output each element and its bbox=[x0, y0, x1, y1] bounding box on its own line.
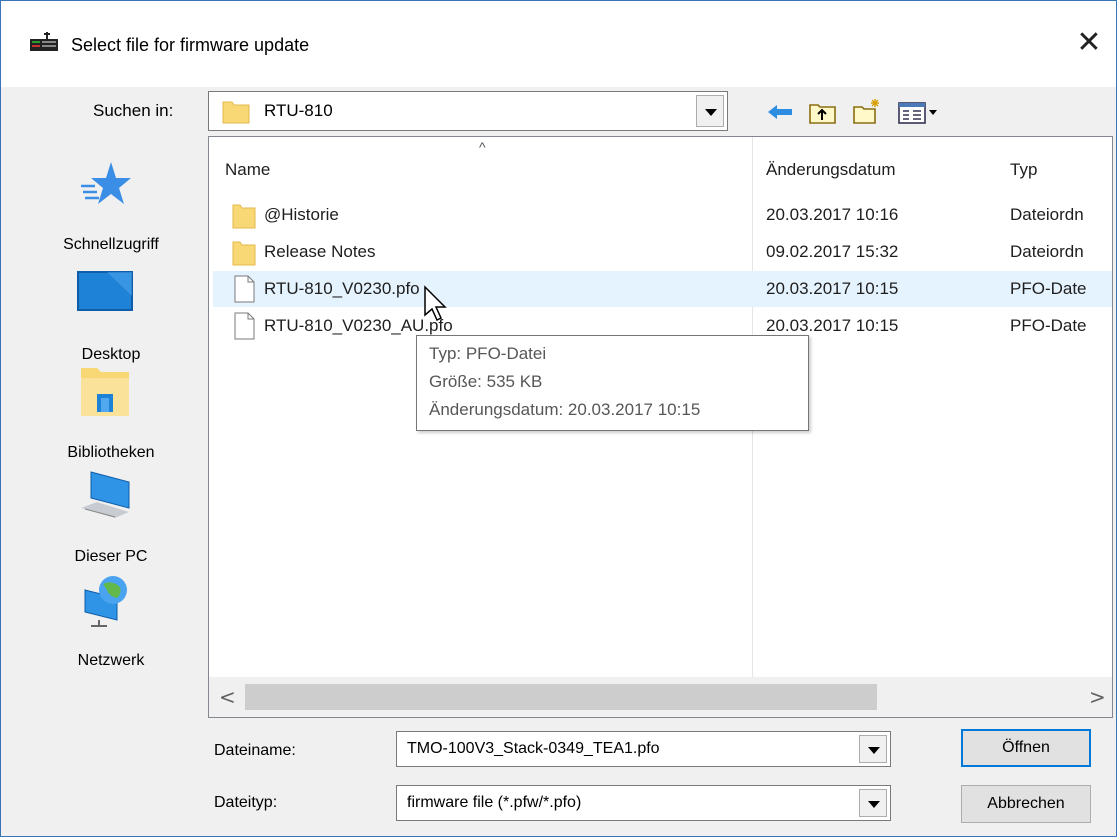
tooltip-type: Typ: PFO-Datei bbox=[429, 344, 547, 363]
file-tooltip: Typ: PFO-Datei Größe: 535 KB Änderungsda… bbox=[416, 335, 809, 431]
network-icon bbox=[84, 576, 127, 627]
place-bibliotheken[interactable]: Bibliotheken bbox=[21, 364, 201, 464]
column-header-type[interactable]: Typ bbox=[1010, 160, 1037, 180]
close-button[interactable]: ✕ bbox=[1069, 23, 1109, 63]
chevron-down-icon bbox=[705, 109, 717, 116]
place-schnellzugriff[interactable]: Schnellzugriff bbox=[21, 156, 201, 256]
file-date: 20.03.2017 10:15 bbox=[766, 316, 899, 335]
lookin-dropdown-button[interactable] bbox=[696, 95, 724, 127]
place-label: Bibliotheken bbox=[67, 444, 155, 461]
file-dialog: Select file for firmware update ✕ Suchen… bbox=[0, 0, 1117, 837]
chevron-down-icon bbox=[868, 801, 880, 808]
file-name: Release Notes bbox=[264, 242, 376, 261]
chevron-down-icon bbox=[868, 747, 880, 754]
filename-field[interactable]: TMO-100V3_Stack-0349_TEA1.pfo bbox=[396, 731, 891, 767]
place-netzwerk[interactable]: Netzwerk bbox=[21, 572, 201, 672]
column-header-name[interactable]: Name bbox=[225, 160, 270, 180]
file-date: 20.03.2017 10:15 bbox=[766, 279, 899, 298]
filetype-label: Dateityp: bbox=[214, 794, 278, 811]
scrollbar-thumb[interactable] bbox=[245, 684, 877, 710]
lookin-combo[interactable]: RTU-810 bbox=[208, 91, 728, 131]
scroll-left-icon[interactable]: < bbox=[219, 685, 236, 709]
file-type: PFO-Date bbox=[1010, 279, 1087, 298]
desktop-icon bbox=[77, 271, 133, 311]
place-dieser-pc[interactable]: Dieser PC bbox=[21, 468, 201, 568]
horizontal-scrollbar[interactable]: < > bbox=[209, 677, 1112, 717]
place-label: Schnellzugriff bbox=[63, 236, 159, 253]
filetype-dropdown-button[interactable] bbox=[859, 789, 887, 817]
star-icon bbox=[81, 162, 131, 204]
filename-dropdown-button[interactable] bbox=[859, 735, 887, 763]
mouse-cursor-icon bbox=[424, 285, 447, 322]
filename-label: Dateiname: bbox=[214, 742, 296, 759]
place-label: Dieser PC bbox=[74, 548, 148, 565]
filetype-select[interactable]: firmware file (*.pfw/*.pfo) bbox=[396, 785, 891, 821]
place-label: Desktop bbox=[81, 346, 141, 363]
new-folder-icon[interactable] bbox=[851, 97, 883, 127]
file-type: Dateiordn bbox=[1010, 242, 1084, 261]
filetype-value: firmware file (*.pfw/*.pfo) bbox=[407, 794, 582, 811]
file-date: 09.02.2017 15:32 bbox=[766, 242, 899, 261]
file-icon bbox=[234, 312, 255, 340]
cancel-button[interactable]: Abbrechen bbox=[961, 785, 1091, 823]
app-icon bbox=[30, 32, 58, 51]
file-name: RTU-810_V0230.pfo bbox=[264, 279, 420, 298]
list-item[interactable]: RTU-810_V0230.pfo 20.03.2017 10:15 PFO-D… bbox=[213, 271, 1112, 307]
tooltip-size: Größe: 535 KB bbox=[429, 372, 543, 391]
file-name: @Historie bbox=[264, 205, 339, 224]
file-type: PFO-Date bbox=[1010, 316, 1087, 335]
list-item[interactable]: Release Notes 09.02.2017 15:32 Dateiordn bbox=[213, 234, 1112, 270]
lookin-label: Suchen in: bbox=[93, 101, 174, 120]
filename-value: TMO-100V3_Stack-0349_TEA1.pfo bbox=[407, 740, 660, 757]
up-folder-icon[interactable] bbox=[807, 97, 839, 127]
dialog-title: Select file for firmware update bbox=[71, 35, 310, 55]
folder-icon bbox=[222, 101, 250, 124]
libraries-icon bbox=[81, 368, 129, 416]
back-arrow-icon[interactable] bbox=[764, 97, 796, 127]
view-menu-icon[interactable] bbox=[896, 97, 956, 127]
place-label: Netzwerk bbox=[77, 652, 145, 669]
sort-ascending-icon: ^ bbox=[479, 139, 486, 155]
folder-icon bbox=[232, 241, 256, 266]
scroll-right-icon[interactable]: > bbox=[1089, 685, 1106, 709]
folder-icon bbox=[232, 204, 256, 229]
file-type: Dateiordn bbox=[1010, 205, 1084, 224]
file-date: 20.03.2017 10:16 bbox=[766, 205, 899, 224]
lookin-value: RTU-810 bbox=[264, 101, 333, 120]
place-desktop[interactable]: Desktop bbox=[21, 266, 201, 366]
list-item[interactable]: @Historie 20.03.2017 10:16 Dateiordn bbox=[213, 197, 1112, 233]
title-bar[interactable]: Select file for firmware update ✕ bbox=[1, 1, 1116, 87]
tooltip-date: Änderungsdatum: 20.03.2017 10:15 bbox=[429, 400, 701, 419]
computer-icon bbox=[81, 471, 130, 518]
open-button[interactable]: Öffnen bbox=[961, 729, 1091, 767]
file-icon bbox=[234, 275, 255, 303]
column-header-date[interactable]: Änderungsdatum bbox=[766, 160, 895, 180]
places-bar: Schnellzugriff Desktop Bibliotheken Dies… bbox=[21, 136, 206, 681]
